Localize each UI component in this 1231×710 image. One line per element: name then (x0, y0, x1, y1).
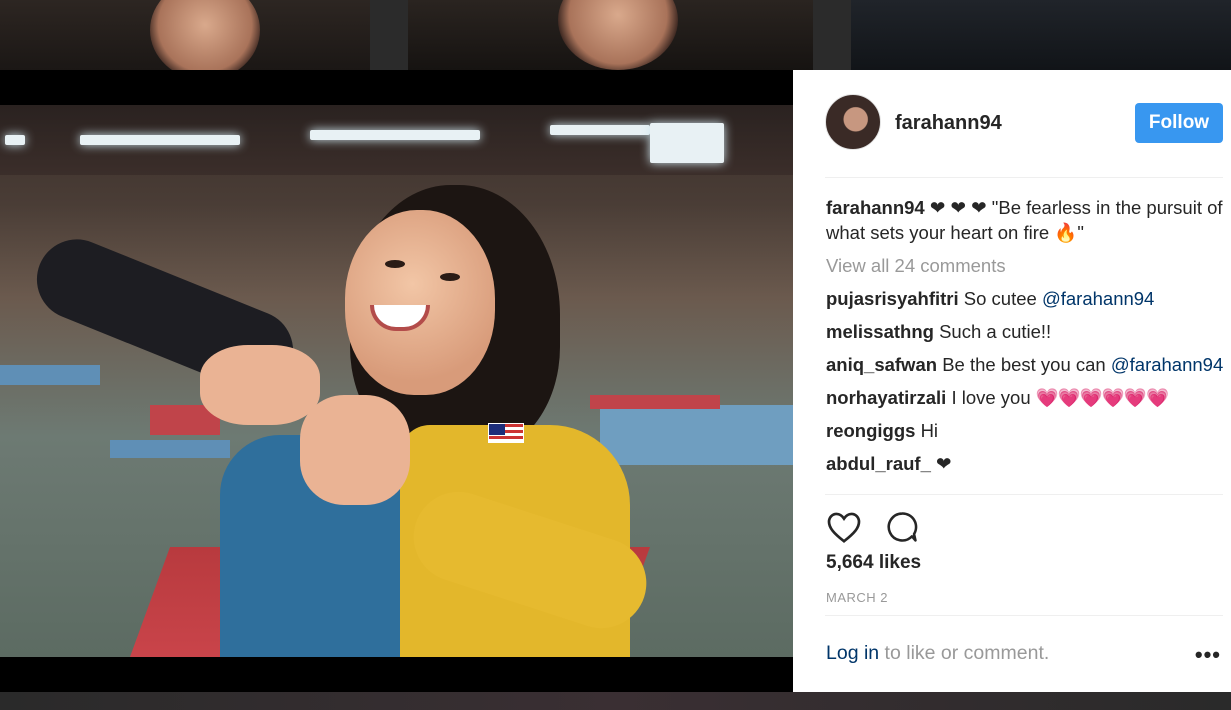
comment-username[interactable]: norhayatirzali (826, 387, 946, 408)
background-thumbnail[interactable] (851, 0, 1231, 70)
login-prompt: Log in to like or comment. (826, 642, 1049, 665)
comment-text: Hi (920, 420, 939, 441)
background-thumbnail[interactable] (0, 0, 370, 70)
post-photo[interactable] (0, 105, 793, 657)
comment-item: abdul_rauf_ ❤ (826, 451, 1226, 476)
comment-item: melissathng Such a cutie!! (826, 319, 1226, 344)
view-all-comments-link[interactable]: View all 24 comments (826, 253, 1226, 278)
heart-icon[interactable] (825, 508, 863, 546)
flag-patch (488, 423, 524, 443)
post-modal: farahann94 Follow farahann94 ❤ ❤ ❤ "Be f… (0, 70, 1231, 692)
comment-text: I love you (951, 387, 1036, 408)
background-thumbnail[interactable] (408, 0, 813, 70)
likes-count[interactable]: 5,664 likes (826, 552, 921, 574)
comment-username[interactable]: aniq_safwan (826, 354, 937, 375)
login-link[interactable]: Log in (826, 642, 879, 664)
comment-mention[interactable]: @farahann94 (1042, 288, 1154, 309)
comment-item: norhayatirzali I love you 💗💗💗💗💗💗 (826, 385, 1226, 410)
comment-text: ❤ (936, 453, 952, 474)
action-bar (825, 508, 921, 546)
comment-username[interactable]: abdul_rauf_ (826, 453, 931, 474)
comment-username[interactable]: reongiggs (826, 420, 915, 441)
comment-text: Such a cutie!! (939, 321, 1052, 342)
background-gap (370, 0, 408, 70)
comments-list[interactable]: farahann94 ❤ ❤ ❤ "Be fearless in the pur… (826, 195, 1226, 493)
comment-username[interactable]: pujasrisyahfitri (826, 288, 959, 309)
background-thumbnail[interactable] (0, 692, 1231, 710)
post-header: farahann94 Follow (793, 70, 1231, 178)
comment-item: reongiggs Hi (826, 418, 1226, 443)
comment-text: Be the best you can (942, 354, 1111, 375)
photo-area (0, 70, 793, 692)
caption-username[interactable]: farahann94 (826, 197, 925, 218)
background-grid-top (0, 0, 1231, 70)
footer-divider (825, 615, 1223, 616)
avatar[interactable] (825, 94, 881, 150)
comment-mention[interactable]: @farahann94 (1111, 354, 1223, 375)
header-username[interactable]: farahann94 (895, 112, 1002, 135)
comment-username[interactable]: melissathng (826, 321, 934, 342)
login-text: to like or comment. (879, 642, 1050, 664)
background-grid-bottom (0, 692, 1231, 710)
comment-text: So cutee (963, 288, 1042, 309)
comment-bubble-icon[interactable] (883, 508, 921, 546)
comment-emoji: 💗💗💗💗💗💗 (1035, 387, 1169, 408)
caption: farahann94 ❤ ❤ ❤ "Be fearless in the pur… (826, 195, 1226, 245)
comment-item: pujasrisyahfitri So cutee @farahann94 (826, 286, 1226, 311)
background-gap (813, 0, 851, 70)
header-divider (825, 177, 1223, 178)
post-side-panel: farahann94 Follow farahann94 ❤ ❤ ❤ "Be f… (793, 70, 1231, 692)
follow-button[interactable]: Follow (1135, 103, 1223, 143)
comments-divider (825, 494, 1223, 495)
post-date: MARCH 2 (826, 590, 889, 605)
more-options-icon[interactable]: ••• (1195, 642, 1221, 668)
comment-item: aniq_safwan Be the best you can @farahan… (826, 352, 1226, 377)
